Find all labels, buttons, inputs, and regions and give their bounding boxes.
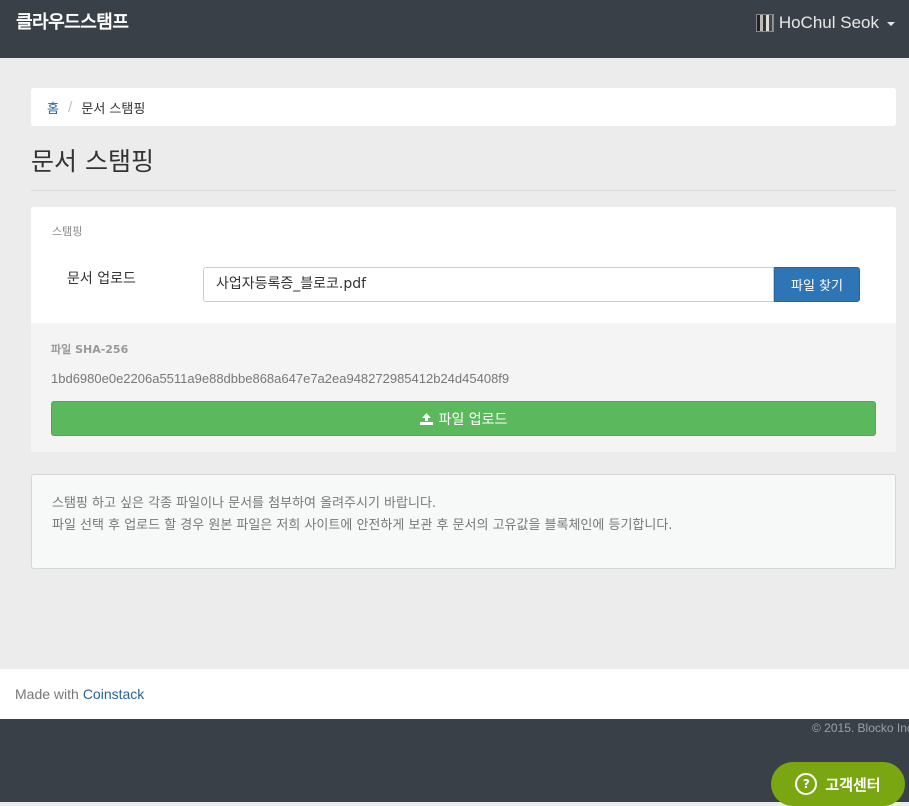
hash-value: 1bd6980e0e2206a5511a9e88dbbe868a647e7a2e… (51, 371, 510, 386)
user-menu[interactable]: HoChul Seok (755, 13, 895, 33)
info-box: 스탬핑 하고 싶은 각종 파일이나 문서를 첨부하여 올려주시기 바랍니다. 파… (31, 474, 896, 569)
brand-logo[interactable]: 클라우드스탬프 (16, 8, 129, 34)
customer-support-button[interactable]: ? 고객센터 (771, 762, 905, 806)
support-label: 고객센터 (825, 775, 881, 794)
breadcrumb-home-link[interactable]: 홈 (47, 98, 59, 117)
upload-button-label: 파일 업로드 (438, 411, 508, 428)
section-label: 스탬핑 (52, 225, 83, 238)
file-name-input[interactable]: 사업자등록증_블로코.pdf (203, 267, 774, 302)
upload-label: 문서 업로드 (67, 271, 136, 287)
help-icon: ? (795, 773, 818, 795)
coinstack-link[interactable]: Coinstack (83, 686, 144, 702)
made-with-text: Made with (15, 686, 79, 702)
top-navbar: 클라우드스탬프 HoChul Seok (0, 0, 909, 58)
info-line-1: 스탬핑 하고 싶은 각종 파일이나 문서를 첨부하여 올려주시기 바랍니다. (52, 496, 437, 511)
breadcrumb-current: 문서 스탬핑 (81, 101, 146, 117)
copyright-text: © 2015. Blocko Inc. (812, 721, 909, 735)
hash-label: 파일 SHA-256 (51, 343, 129, 356)
upload-icon (419, 412, 433, 425)
user-name: HoChul Seok (778, 13, 879, 32)
upload-file-button[interactable]: 파일 업로드 (51, 401, 876, 436)
hash-area: 파일 SHA-256 1bd6980e0e2206a5511a9e88dbbe8… (31, 323, 896, 452)
breadcrumb: 홈 / 문서 스탬핑 (31, 88, 896, 126)
browse-file-button[interactable]: 파일 찾기 (774, 267, 860, 302)
info-line-2: 파일 선택 후 업로드 할 경우 원본 파일은 저희 사이트에 안전하게 보관 … (52, 518, 673, 533)
caret-down-icon (887, 22, 895, 26)
breadcrumb-separator: / (67, 99, 73, 115)
footer: Made with Coinstack (0, 669, 909, 719)
page-title: 문서 스탬핑 (31, 142, 896, 191)
stamping-panel: 스탬핑 문서 업로드 사업자등록증_블로코.pdf 파일 찾기 파일 SHA-2… (31, 207, 896, 452)
avatar (755, 14, 774, 32)
